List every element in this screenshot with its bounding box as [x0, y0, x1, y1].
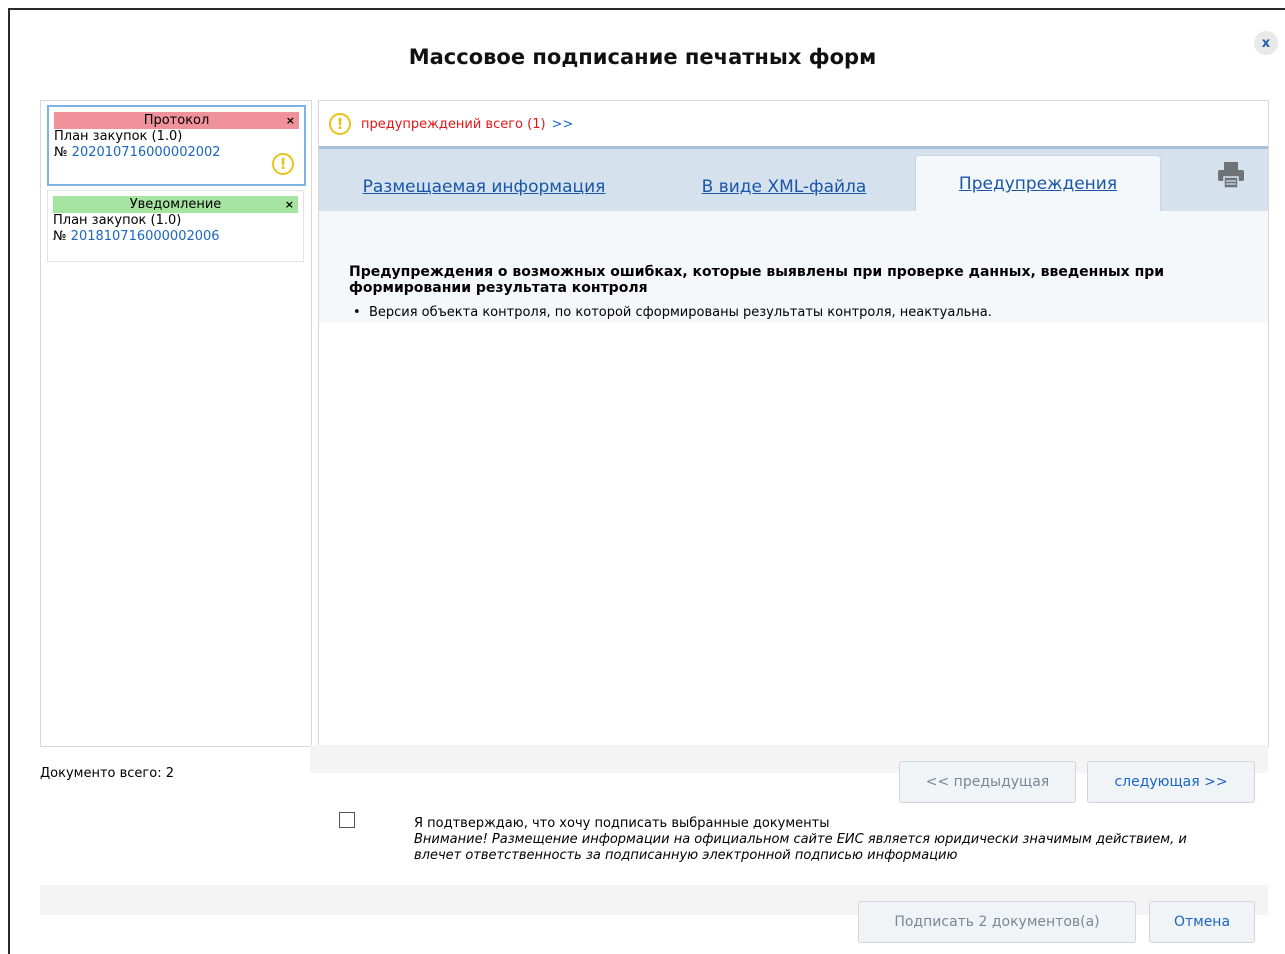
document-item-protocol[interactable]: Протокол × План закупок (1.0) № 20201071…: [47, 105, 306, 186]
document-number-prefix: №: [54, 145, 68, 160]
previous-button[interactable]: << предыдущая: [899, 761, 1076, 803]
warnings-heading: Предупреждения о возможных ошибках, кото…: [349, 264, 1165, 296]
sign-button[interactable]: Подписать 2 документов(а): [858, 901, 1136, 943]
tab-strip: Размещаемая информация В виде XML-файла …: [319, 146, 1268, 212]
tab-warnings[interactable]: Предупреждения: [915, 155, 1161, 212]
confirm-checkbox[interactable]: [339, 812, 355, 828]
document-plan: План закупок (1.0): [54, 129, 183, 144]
document-count: Документо всего: 2: [40, 766, 174, 781]
legal-notice: Внимание! Размещение информации на офици…: [414, 832, 1187, 863]
document-type-label: Уведомление: [129, 197, 222, 212]
document-type-badge: Уведомление ×: [53, 196, 298, 213]
document-item-notice[interactable]: Уведомление × План закупок (1.0) № 20181…: [47, 190, 304, 262]
next-button[interactable]: следующая >>: [1087, 761, 1255, 803]
dialog-title: Массовое подписание печатных форм: [408, 45, 877, 69]
document-preview: ! предупреждений всего (1) >> Размещаема…: [318, 100, 1269, 747]
document-number-link[interactable]: 201810716000002006: [71, 229, 220, 244]
warnings-summary: ! предупреждений всего (1) >>: [329, 112, 573, 136]
tab-xml-file[interactable]: В виде XML-файла: [689, 164, 879, 210]
cancel-button[interactable]: Отмена: [1149, 901, 1255, 943]
remove-document-icon[interactable]: ×: [286, 112, 295, 129]
printer-icon[interactable]: [1216, 161, 1246, 189]
tab-published-info[interactable]: Размещаемая информация: [349, 164, 619, 210]
document-type-label: Протокол: [143, 113, 210, 128]
confirm-block: Я подтверждаю, что хочу подписать выбран…: [414, 816, 1214, 864]
warning-icon: !: [329, 113, 351, 135]
document-list: Протокол × План закупок (1.0) № 20201071…: [40, 100, 312, 747]
warning-item: • Версия объекта контроля, по которой сф…: [353, 305, 992, 320]
remove-document-icon[interactable]: ×: [285, 196, 294, 213]
warning-icon: !: [272, 153, 294, 175]
warnings-count-text: предупреждений всего (1): [361, 116, 546, 132]
window-left-border: [8, 8, 10, 954]
warnings-more-link[interactable]: >>: [552, 117, 574, 132]
close-icon[interactable]: x: [1254, 31, 1278, 55]
document-number-prefix: №: [53, 229, 67, 244]
window-top-border: [8, 8, 1285, 10]
document-type-badge: Протокол ×: [54, 112, 299, 129]
confirm-label: Я подтверждаю, что хочу подписать выбран…: [414, 816, 830, 831]
document-number-link[interactable]: 202010716000002002: [72, 145, 221, 160]
document-plan: План закупок (1.0): [53, 213, 182, 228]
